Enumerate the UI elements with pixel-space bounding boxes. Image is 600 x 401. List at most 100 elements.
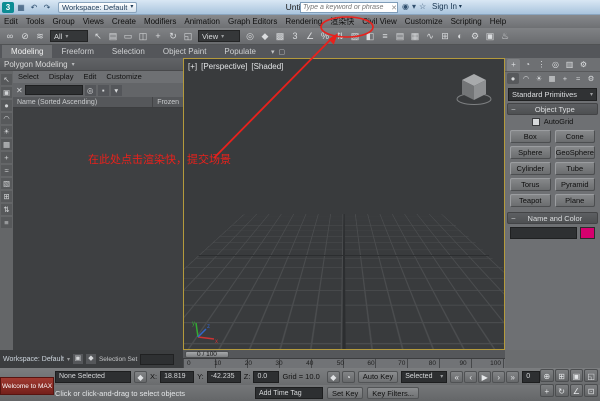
object-type-button[interactable]: GeoSphere xyxy=(555,146,596,159)
shapes-filter-icon[interactable]: ◠ xyxy=(1,113,12,124)
column-chooser-icon[interactable]: ▾ xyxy=(111,85,122,96)
create-tab-icon[interactable]: + xyxy=(507,59,520,71)
previous-frame-icon[interactable]: ‹ xyxy=(464,371,477,383)
time-slider-handle[interactable]: 0 / 100 xyxy=(185,351,229,358)
lights-filter-icon[interactable]: ☀ xyxy=(1,126,12,137)
z-coordinate-field[interactable]: 0.0 xyxy=(253,371,279,383)
autogrid-checkbox[interactable] xyxy=(532,118,540,126)
percent-snap-icon[interactable]: % xyxy=(318,29,332,43)
isolate-selection-icon[interactable]: ▣ xyxy=(73,354,83,364)
menu-item[interactable]: Modifiers xyxy=(140,15,180,28)
timeline-tick[interactable]: 20 xyxy=(245,359,252,368)
ribbon-tab[interactable]: Object Paint xyxy=(154,45,216,58)
sort-order-icon[interactable]: ⇅ xyxy=(1,204,12,215)
cameras-category-icon[interactable]: ▦ xyxy=(546,73,558,84)
key-filters-button[interactable]: Key Filters... xyxy=(367,387,419,399)
timeline-tick[interactable]: 10 xyxy=(214,359,221,368)
welcome-window-titlebar[interactable]: Welcome to MAX xyxy=(0,377,54,395)
helpers-filter-icon[interactable]: + xyxy=(1,152,12,163)
align-icon[interactable]: ≡ xyxy=(378,29,392,43)
timeline-tick[interactable]: 60 xyxy=(367,359,374,368)
orbit-icon[interactable]: ↻ xyxy=(555,384,569,397)
object-type-button[interactable]: Teapot xyxy=(510,194,551,207)
geometry-filter-icon[interactable]: ● xyxy=(1,100,12,111)
time-slider-track[interactable]: 0 / 100 xyxy=(183,350,505,359)
save-icon[interactable]: ▦ xyxy=(15,2,27,13)
redo-icon[interactable]: ↷ xyxy=(41,2,53,13)
menu-item[interactable]: Graph Editors xyxy=(224,15,281,28)
window-crossing-icon[interactable]: ◫ xyxy=(136,29,150,43)
systems-category-icon[interactable]: ⚙ xyxy=(585,73,597,84)
name-column-header[interactable]: Name (Sorted Ascending) xyxy=(13,97,153,107)
timeline-tick[interactable]: 90 xyxy=(459,359,466,368)
timeline-tick[interactable]: 40 xyxy=(306,359,313,368)
zoom-region-icon[interactable]: ◱ xyxy=(584,369,598,382)
menu-item[interactable]: Scripting xyxy=(447,15,486,28)
explorer-menu-item[interactable]: Edit xyxy=(78,71,101,83)
selection-set-dropdown[interactable] xyxy=(140,354,174,365)
unlink-selection-icon[interactable]: ⊘ xyxy=(18,29,32,43)
display-tab-icon[interactable]: ▥ xyxy=(563,59,576,71)
object-type-button[interactable]: Pyramid xyxy=(555,178,596,191)
explorer-object-list[interactable] xyxy=(13,108,183,350)
zoom-icon[interactable]: ⊕ xyxy=(540,369,554,382)
ribbon-tab[interactable]: Modeling xyxy=(2,45,52,58)
pan-icon[interactable]: + xyxy=(540,384,554,397)
select-object-icon[interactable]: ↖ xyxy=(91,29,105,43)
ribbon-config-icon[interactable]: ▢ xyxy=(279,48,286,56)
menu-item[interactable]: Customize xyxy=(401,15,447,28)
layer-explorer-icon[interactable]: ▤ xyxy=(393,29,407,43)
menu-item[interactable]: Create xyxy=(108,15,140,28)
schematic-view-icon[interactable]: ⊞ xyxy=(438,29,452,43)
curve-editor-icon[interactable]: ∿ xyxy=(423,29,437,43)
maximize-viewport-icon[interactable]: ⊡ xyxy=(584,384,598,397)
zoom-extents-icon[interactable]: ▣ xyxy=(570,369,584,382)
object-type-button[interactable]: Box xyxy=(510,130,551,143)
search-input[interactable] xyxy=(301,4,391,11)
menu-item[interactable]: Tools xyxy=(22,15,49,28)
infocenter-search[interactable]: ✕ xyxy=(300,2,398,13)
workspace-selector[interactable]: Workspace: Default xyxy=(3,356,64,363)
app-icon[interactable]: 3 xyxy=(2,2,14,13)
frozen-column-header[interactable]: Frozen xyxy=(153,97,183,107)
menu-item[interactable]: 渲染快 xyxy=(326,15,358,28)
polygon-modeling-panel-bar[interactable]: Polygon Modeling ▾ xyxy=(0,58,183,71)
set-key-button[interactable]: Set Key xyxy=(327,387,363,399)
menu-item[interactable]: Help xyxy=(486,15,510,28)
display-all-icon[interactable]: ▣ xyxy=(1,87,12,98)
key-mode-toggle-icon[interactable]: ◆ xyxy=(327,371,340,383)
menu-item[interactable]: Rendering xyxy=(281,15,326,28)
workspace-dropdown[interactable]: Workspace: Default ▾ xyxy=(58,2,137,13)
bind-to-space-warp-icon[interactable]: ≋ xyxy=(33,29,47,43)
explorer-menu-item[interactable]: Display xyxy=(44,71,79,83)
motion-tab-icon[interactable]: ◎ xyxy=(549,59,562,71)
geometry-category-icon[interactable]: ● xyxy=(507,73,519,84)
spacewarps-filter-icon[interactable]: ≈ xyxy=(1,165,12,176)
viewcube[interactable] xyxy=(452,67,496,111)
named-selection-sets-icon[interactable]: ▧ xyxy=(348,29,362,43)
selection-filter-dropdown[interactable]: All ▾ xyxy=(50,30,88,42)
menu-item[interactable]: Animation xyxy=(180,15,224,28)
select-and-manipulate-icon[interactable]: ◆ xyxy=(258,29,272,43)
time-configuration-icon[interactable]: ◔ xyxy=(342,371,355,383)
select-by-name-icon[interactable]: ▤ xyxy=(106,29,120,43)
auto-key-button[interactable]: Auto Key xyxy=(358,371,398,383)
viewport-shading-label[interactable]: [Shaded] xyxy=(251,62,283,71)
timeline-tick[interactable]: 0 xyxy=(187,359,191,368)
hierarchy-tab-icon[interactable]: ⋮ xyxy=(535,59,548,71)
object-type-rollout[interactable]: − Object Type xyxy=(507,103,598,115)
search-go-icon[interactable]: ◉ xyxy=(402,2,409,11)
utilities-tab-icon[interactable]: ⚙ xyxy=(577,59,590,71)
object-type-button[interactable]: Cylinder xyxy=(510,162,551,175)
xref-filter-icon[interactable]: ⊞ xyxy=(1,191,12,202)
menu-item[interactable]: Edit xyxy=(0,15,22,28)
object-type-button[interactable]: Torus xyxy=(510,178,551,191)
sign-in-button[interactable]: Sign In ▾ xyxy=(432,2,462,11)
modify-tab-icon[interactable]: ◔ xyxy=(521,59,534,71)
undo-icon[interactable]: ↶ xyxy=(28,2,40,13)
mirror-icon[interactable]: ◧ xyxy=(363,29,377,43)
timeline-tick[interactable]: 30 xyxy=(275,359,282,368)
use-pivot-center-icon[interactable]: ◎ xyxy=(243,29,257,43)
menu-item[interactable]: Group xyxy=(48,15,78,28)
spinner-snap-icon[interactable]: ⇅ xyxy=(333,29,347,43)
